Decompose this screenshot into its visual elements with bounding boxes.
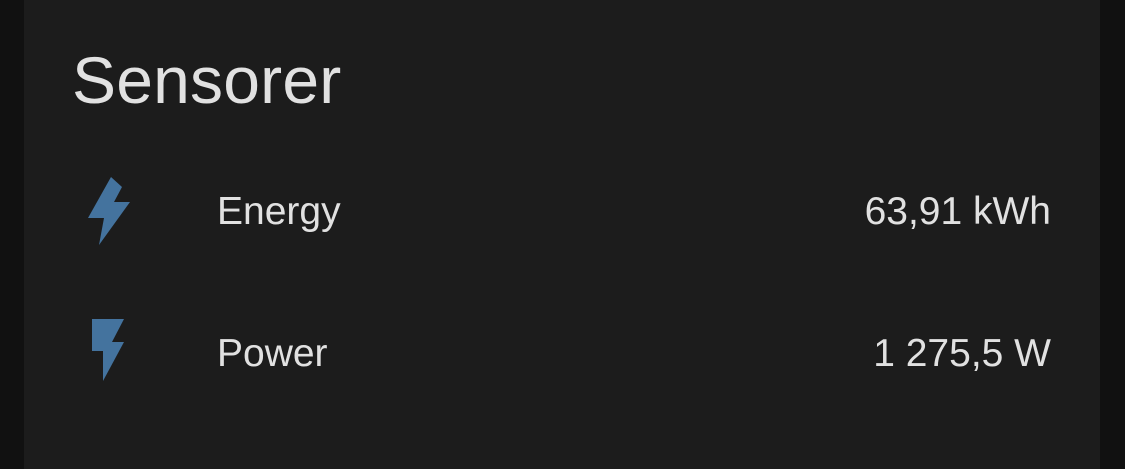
entity-name: Power bbox=[217, 332, 328, 375]
flash-icon bbox=[86, 319, 132, 387]
sensors-card: Sensorer Energy 63,91 kWh Power 1 275,5 … bbox=[24, 0, 1100, 469]
lightning-bolt-icon bbox=[86, 177, 132, 245]
dashboard-page: Sensorer Energy 63,91 kWh Power 1 275,5 … bbox=[0, 0, 1125, 469]
entity-state: 1 275,5 W bbox=[873, 332, 1051, 375]
entity-row-energy[interactable]: Energy 63,91 kWh bbox=[24, 171, 1100, 251]
card-title: Sensorer bbox=[72, 43, 342, 117]
entity-row-power[interactable]: Power 1 275,5 W bbox=[24, 313, 1100, 393]
entity-state: 63,91 kWh bbox=[864, 190, 1051, 233]
entity-name: Energy bbox=[217, 190, 341, 233]
